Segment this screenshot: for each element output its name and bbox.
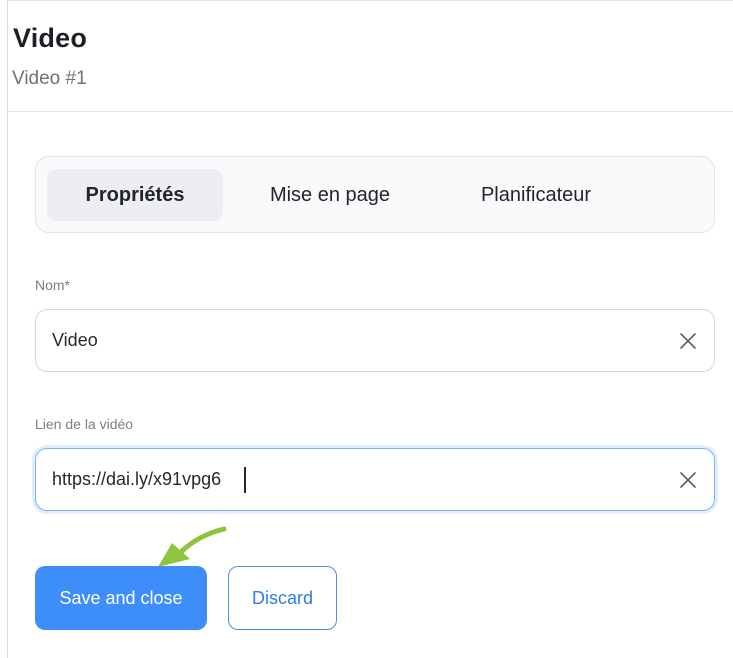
name-field-label: Nom* bbox=[35, 277, 71, 293]
tab-proprietes[interactable]: Propriétés bbox=[47, 169, 223, 221]
properties-panel: Video Video #1 Propriétés Mise en page P… bbox=[7, 0, 733, 658]
tab-bar: Propriétés Mise en page Planificateur bbox=[35, 156, 715, 233]
name-field bbox=[35, 309, 715, 372]
close-icon[interactable] bbox=[678, 331, 698, 351]
discard-button[interactable]: Discard bbox=[228, 566, 337, 630]
tab-planificateur[interactable]: Planificateur bbox=[436, 169, 636, 221]
close-icon[interactable] bbox=[678, 470, 698, 490]
text-caret bbox=[244, 467, 246, 493]
video-link-field bbox=[35, 448, 715, 511]
video-link-input[interactable] bbox=[52, 449, 652, 510]
tab-mise-en-page[interactable]: Mise en page bbox=[244, 169, 416, 221]
arrow-icon bbox=[158, 526, 227, 567]
page-subtitle: Video #1 bbox=[12, 68, 87, 89]
name-input[interactable] bbox=[52, 310, 652, 371]
page-title: Video bbox=[13, 23, 88, 53]
panel-header: Video Video #1 bbox=[8, 1, 733, 112]
video-link-field-label: Lien de la vidéo bbox=[35, 416, 134, 432]
save-and-close-button[interactable]: Save and close bbox=[35, 566, 207, 630]
